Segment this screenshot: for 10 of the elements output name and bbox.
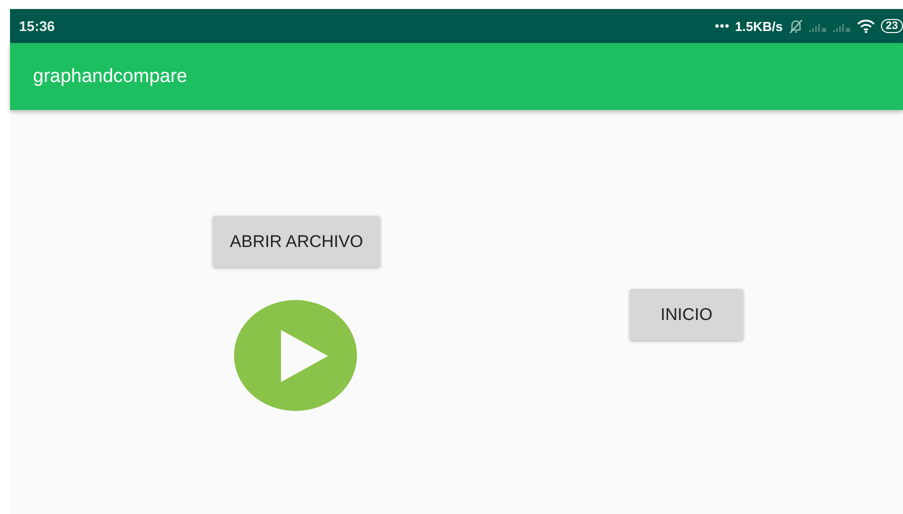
- battery-icon: 23: [880, 19, 903, 33]
- more-icon: [715, 24, 730, 28]
- open-file-button[interactable]: ABRIR ARCHIVO: [213, 216, 380, 267]
- wifi-icon: [856, 19, 875, 33]
- network-speed: 1.5KB/s: [735, 18, 783, 34]
- bell-off-icon: [788, 18, 803, 34]
- start-button[interactable]: INICIO: [630, 289, 743, 340]
- play-icon[interactable]: [234, 300, 357, 411]
- clock: 15:36: [19, 18, 55, 34]
- app-title: graphandcompare: [33, 66, 188, 88]
